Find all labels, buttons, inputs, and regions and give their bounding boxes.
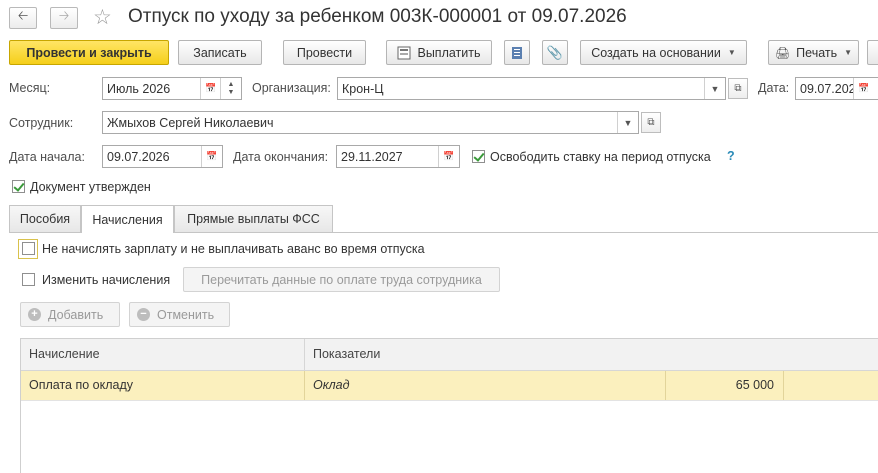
tab-benefits[interactable]: Пособия [9,205,81,232]
arrow-left-icon: 🡠 [17,8,29,23]
open-icon: ⧉ [647,117,655,128]
document-approved-label: Документ утвержден [30,180,151,194]
back-button[interactable]: 🡠 [9,7,37,29]
calendar-icon[interactable]: 📅 [200,78,221,99]
accrual-cell: Оплата по окладу [29,378,134,392]
organization-value: Крон-Ц [342,81,384,96]
table-row[interactable]: Оплата по окладу Оклад 65 000 [21,371,878,400]
table-header: Начисление Показатели [21,339,878,371]
list-icon [512,46,522,59]
row-divider [21,400,878,401]
minus-icon: − [137,308,150,321]
calendar-icon[interactable]: 📅 [853,78,874,99]
arrow-right-icon: 🡢 [58,8,70,23]
print-label: Печать [796,45,838,60]
no-salary-checkbox[interactable] [22,242,35,255]
employee-label: Сотрудник: [9,116,74,130]
paperclip-icon: 📎 [546,44,564,60]
plus-icon: + [28,308,41,321]
calendar-icon[interactable]: 📅 [438,146,459,167]
page-title: Отпуск по уходу за ребенком 003К-000001 … [128,6,627,27]
employee-field[interactable]: Жмыхов Сергей Николаевич ▼ [102,111,639,134]
dropdown-arrow-icon: ▼ [727,48,736,57]
change-accruals-label: Изменить начисления [42,273,171,287]
accruals-table: Начисление Показатели Оплата по окладу О… [20,338,878,473]
employee-value: Жмыхов Сергей Николаевич [107,115,274,130]
pay-label: Выплатить [417,45,481,60]
add-button[interactable]: + Добавить [20,302,120,327]
end-date-value: 29.11.2027 [341,149,403,164]
document-approved-checkbox[interactable] [12,180,25,193]
date-label: Дата: [758,81,790,95]
add-label: Добавить [48,307,104,322]
indicator-cell: Оклад [313,378,350,392]
printer-icon: 🖨 [774,45,791,60]
column-divider [783,371,784,400]
release-rate-checkbox[interactable] [472,150,485,163]
end-date-field[interactable]: 29.11.2027 📅 [336,145,460,168]
organization-field[interactable]: Крон-Ц ▼ [337,77,726,100]
favorite-star-icon[interactable]: ☆ [93,5,112,30]
date-field[interactable]: 09.07.2026 📅 [795,77,878,100]
print-button[interactable]: 🖨 Печать ▼ [768,40,859,65]
cancel-button[interactable]: − Отменить [129,302,230,327]
registers-button[interactable] [504,40,530,65]
dropdown-arrow-icon: ▼ [844,48,853,57]
open-icon: ⧉ [734,83,742,94]
tab-fss-payments[interactable]: Прямые выплаты ФСС [174,205,333,232]
more-button[interactable] [867,40,878,65]
cancel-label: Отменить [157,307,215,322]
post-and-close-button[interactable]: Провести и закрыть [9,40,169,65]
organization-label: Организация: [252,81,331,95]
column-header-accrual[interactable]: Начисление [29,347,100,361]
open-organization-button[interactable]: ⧉ [728,78,748,99]
dropdown-arrow-icon[interactable]: ▼ [617,112,638,133]
column-header-indicators[interactable]: Показатели [313,347,380,361]
open-employee-button[interactable]: ⧉ [641,112,661,133]
save-button[interactable]: Записать [178,40,262,65]
change-accruals-checkbox[interactable] [22,273,35,286]
no-salary-label: Не начислять зарплату и не выплачивать а… [42,242,425,256]
help-icon[interactable]: ? [727,149,735,163]
month-stepper[interactable]: ▲ ▼ [220,78,241,99]
tab-accruals[interactable]: Начисления [81,205,174,233]
calendar-icon[interactable]: 📅 [201,146,222,167]
create-based-on-button[interactable]: Создать на основании ▼ [580,40,747,65]
column-divider [304,371,305,400]
dropdown-arrow-icon[interactable]: ▼ [704,78,725,99]
start-date-label: Дата начала: [9,150,85,164]
forward-button[interactable]: 🡢 [50,7,78,29]
month-field[interactable]: Июль 2026 📅 ▲ ▼ [102,77,242,100]
create-based-on-label: Создать на основании [591,45,721,60]
start-date-field[interactable]: 09.07.2026 📅 [102,145,223,168]
month-value: Июль 2026 [107,81,171,96]
release-rate-label: Освободить ставку на период отпуска [490,150,711,164]
pay-button[interactable]: Выплатить [386,40,492,65]
reread-payroll-button[interactable]: Перечитать данные по оплате труда сотруд… [183,267,500,292]
attach-button[interactable]: 📎 [542,40,568,65]
column-divider [304,339,305,370]
pay-icon [397,46,411,59]
month-label: Месяц: [9,81,51,95]
start-date-value: 09.07.2026 [107,149,170,164]
end-date-label: Дата окончания: [233,150,329,164]
value-cell: 65 000 [735,378,774,392]
post-button[interactable]: Провести [283,40,366,65]
